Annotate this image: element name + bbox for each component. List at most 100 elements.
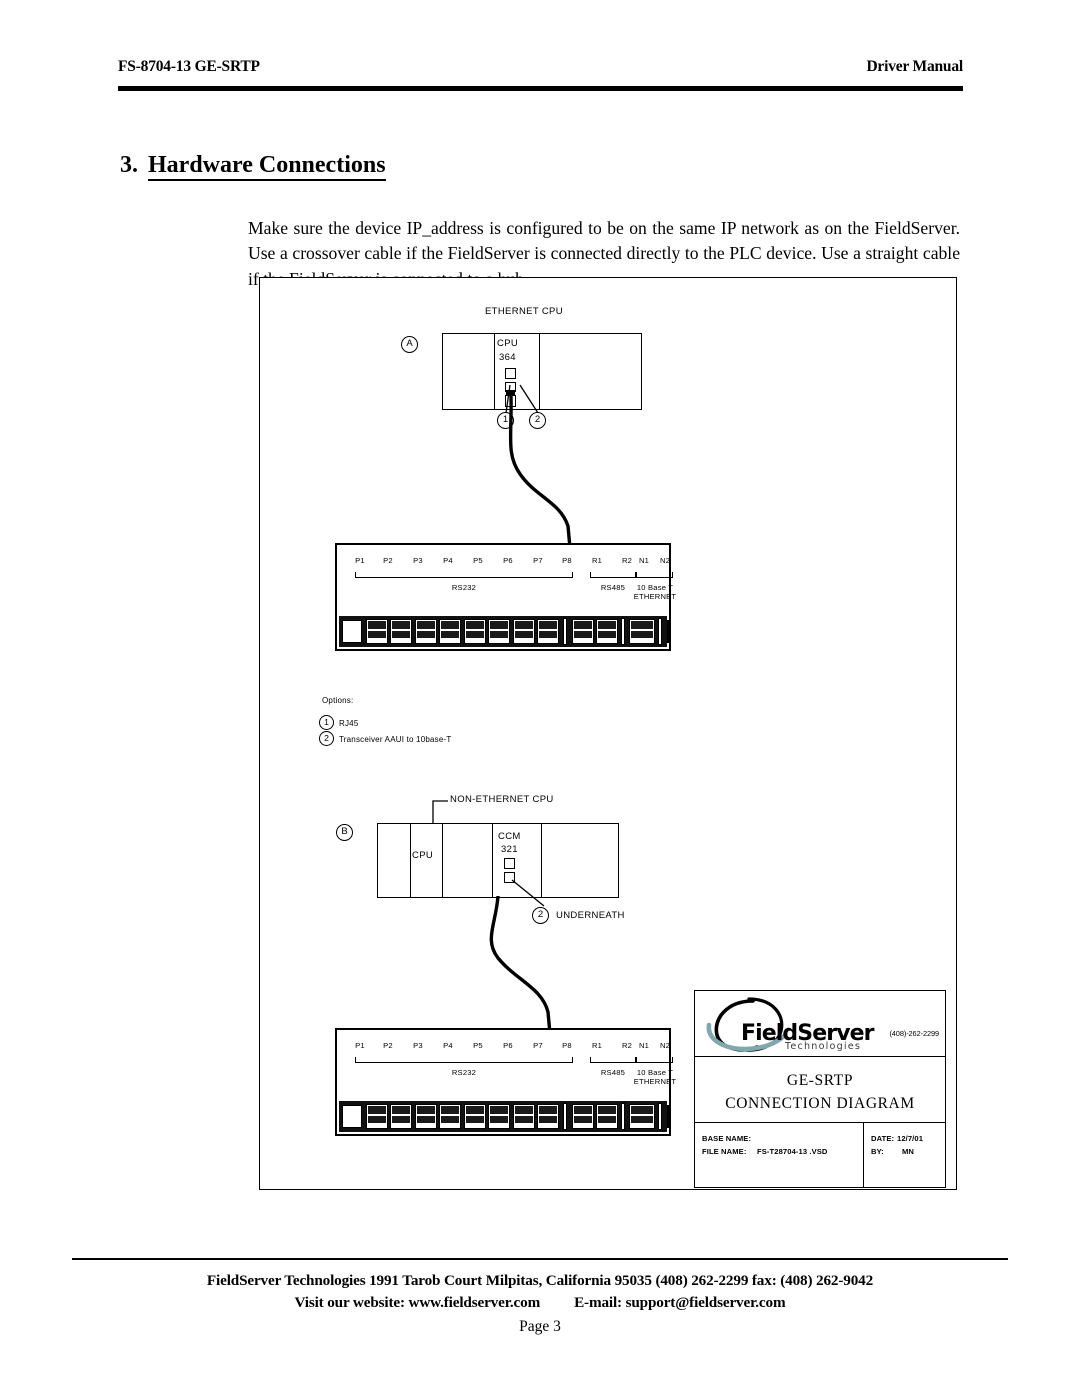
connector-block xyxy=(572,1104,594,1129)
base-name-label: BASE NAME: xyxy=(702,1134,752,1143)
fieldserver-connector-strip-top xyxy=(339,616,669,647)
footer-divider-rule xyxy=(72,1258,1008,1261)
connector-block xyxy=(572,619,594,644)
connector-block xyxy=(488,1104,510,1129)
non-ethernet-cpu-label: CPU xyxy=(412,850,434,861)
strip-gap xyxy=(563,1103,567,1130)
footer-contact-line: Visit our website: www.fieldserver.com E-… xyxy=(72,1294,1008,1312)
pin-label: R1 xyxy=(591,556,603,565)
fieldserver-connector-strip-bottom xyxy=(339,1101,669,1132)
ethernet-module-name: CPU xyxy=(497,338,519,349)
ccm321-port-upper xyxy=(504,858,515,869)
pin-label: P5 xyxy=(473,1041,483,1050)
logo-subtitle: Technologies xyxy=(785,1041,862,1052)
fieldserver-logo: FieldServer Technologies (408)-262-2299 xyxy=(695,991,945,1057)
rs485-brace xyxy=(590,572,636,578)
strip-gap xyxy=(563,618,567,645)
pin-label: P1 xyxy=(355,556,365,565)
strip-gap xyxy=(621,618,625,645)
pin-label: P7 xyxy=(533,1041,543,1050)
rs232-brace xyxy=(355,572,573,578)
rs232-brace xyxy=(355,1057,573,1063)
ethernet-cpu-caption: ETHERNET CPU xyxy=(485,306,563,317)
ethernet-brace xyxy=(636,572,673,578)
file-name-label: FILE NAME: xyxy=(702,1147,747,1156)
rack-divider xyxy=(492,824,493,897)
connector-block xyxy=(415,1104,437,1129)
connector-block xyxy=(366,619,388,644)
page-number: Page 3 xyxy=(519,1318,561,1335)
ethernet-group-label-line2: ETHERNET xyxy=(633,1077,677,1086)
connector-block xyxy=(415,619,437,644)
rack-divider xyxy=(442,824,443,897)
connector-block xyxy=(439,619,461,644)
title-block-divider xyxy=(863,1123,864,1187)
pin-label: P6 xyxy=(503,556,513,565)
strip-endcap-left xyxy=(342,1105,362,1128)
footer-email: E-mail: support@fieldserver.com xyxy=(574,1294,786,1311)
connector-block xyxy=(439,1104,461,1129)
ethernet-module-number: 364 xyxy=(499,352,516,363)
options-balloon-1: 1 xyxy=(319,715,334,730)
header-document-type: Driver Manual xyxy=(866,58,963,75)
fieldserver-pin-area-bottom: P1 P2 P3 P4 P5 P6 P7 P8 RS232 R1 R2 RS48… xyxy=(337,1030,676,1102)
connector-block xyxy=(537,619,559,644)
connector-block xyxy=(488,619,510,644)
pin-label: P2 xyxy=(383,556,393,565)
rs232-group-label: RS232 xyxy=(451,583,477,592)
ethernet-group-label-line2: ETHERNET xyxy=(633,592,677,601)
strip-gap xyxy=(658,1103,662,1130)
section-title-text: Hardware Connections xyxy=(148,152,386,182)
ethernet-group-label-line1: 10 Base T xyxy=(636,583,674,592)
pin-label: P3 xyxy=(413,556,423,565)
strip-gap xyxy=(621,1103,625,1130)
options-label-1: RJ45 xyxy=(339,719,359,728)
pin-label: N1 xyxy=(638,556,650,565)
footer-address-line: FieldServer Technologies 1991 Tarob Cour… xyxy=(206,1272,874,1289)
strip-endcap-right xyxy=(667,620,669,643)
connection-diagram: ETHERNET CPU A CPU 364 1 2 P1 P2 P3 P4 P… xyxy=(259,277,957,1190)
pin-label: P6 xyxy=(503,1041,513,1050)
logo-phone-number: (408)-262-2299 xyxy=(889,1029,939,1038)
strip-endcap-right xyxy=(667,1105,669,1128)
ethernet-group-label-line1: 10 Base T xyxy=(636,1068,674,1077)
date-label: DATE: xyxy=(871,1134,895,1143)
pin-label: P4 xyxy=(443,1041,453,1050)
drawing-title-line1: GE-SRTP xyxy=(786,1072,854,1089)
ethernet-cable-upper xyxy=(508,396,572,550)
footer-website: Visit our website: www.fieldserver.com xyxy=(294,1294,541,1311)
pin-label: N1 xyxy=(638,1041,650,1050)
pin-label: P5 xyxy=(473,556,483,565)
connector-block xyxy=(464,619,486,644)
pin-label: P1 xyxy=(355,1041,365,1050)
pin-label: N2 xyxy=(659,1041,671,1050)
rs232-group-label: RS232 xyxy=(451,1068,477,1077)
pin-label: P3 xyxy=(413,1041,423,1050)
connector-block xyxy=(366,1104,388,1129)
fieldserver-unit-bottom: P1 P2 P3 P4 P5 P6 P7 P8 RS232 R1 R2 RS48… xyxy=(335,1028,676,1136)
strip-gap xyxy=(658,618,662,645)
pin-label: P2 xyxy=(383,1041,393,1050)
connector-block xyxy=(390,619,412,644)
drawing-title-line2: CONNECTION DIAGRAM xyxy=(725,1095,915,1112)
header-document-id: FS-8704-13 GE-SRTP xyxy=(118,58,260,75)
pin-label: P4 xyxy=(443,556,453,565)
by-value: MN xyxy=(902,1147,915,1156)
date-value: 12/7/01 xyxy=(897,1134,924,1143)
file-name-value: FS-T28704-13 .VSD xyxy=(757,1147,828,1156)
drawing-title: GE-SRTP CONNECTION DIAGRAM xyxy=(695,1057,945,1123)
non-ethernet-cable-lower xyxy=(489,896,552,1036)
by-label: BY: xyxy=(871,1147,884,1156)
options-heading: Options: xyxy=(322,696,354,705)
page-header: FS-8704-13 GE-SRTP Driver Manual xyxy=(118,58,963,94)
connector-block xyxy=(629,619,655,644)
ccm-module-name: CCM xyxy=(498,831,521,842)
rack-divider xyxy=(410,824,411,897)
rs485-brace xyxy=(590,1057,636,1063)
title-block-footer: BASE NAME: FILE NAME: FS-T28704-13 .VSD … xyxy=(695,1123,945,1187)
ethernet-brace xyxy=(636,1057,673,1063)
pin-label: P8 xyxy=(562,556,572,565)
connector-block xyxy=(513,619,535,644)
options-balloon-2: 2 xyxy=(319,731,334,746)
pin-label: R1 xyxy=(591,1041,603,1050)
